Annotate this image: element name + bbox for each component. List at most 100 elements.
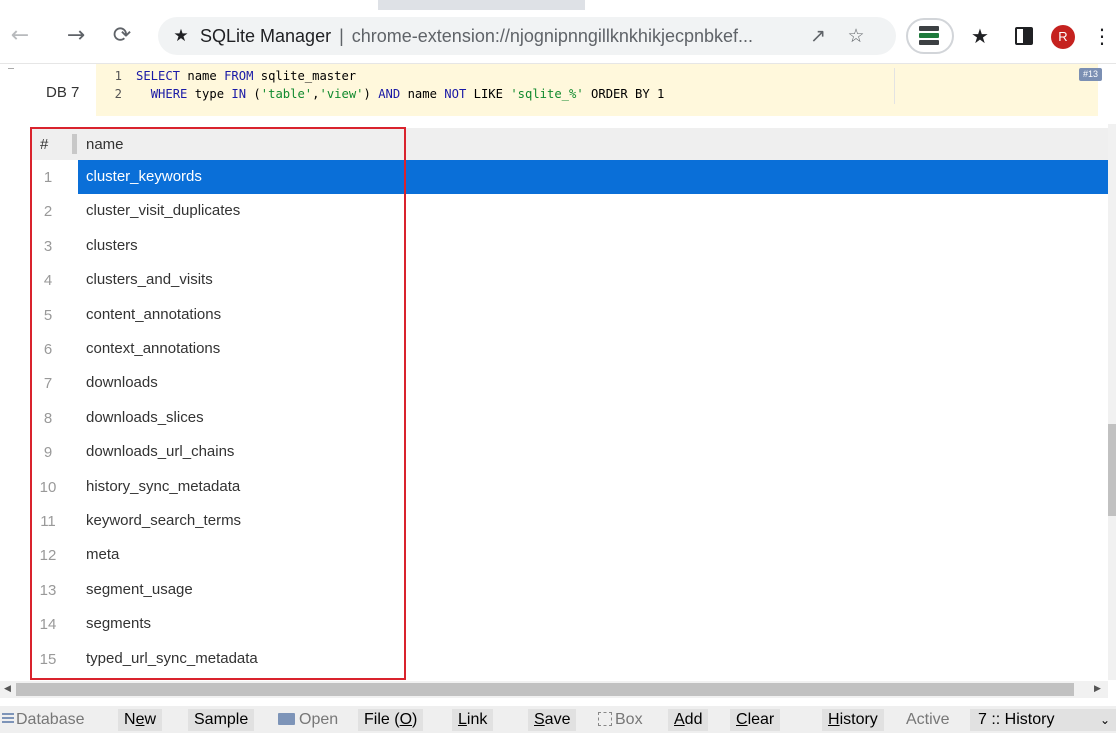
row-name-cell[interactable]: context_annotations [78, 332, 1108, 366]
bottom-toolbar: Database New Sample Open File (O) Link S… [0, 706, 1116, 733]
table-row[interactable]: 10 history_sync_metadata [32, 470, 1108, 504]
sql-string: 'view' [319, 87, 364, 101]
header-name[interactable]: name [86, 136, 124, 153]
address-text[interactable]: SQLite Manager | chrome-extension://njogni… [200, 26, 753, 47]
side-panel-icon[interactable] [1015, 27, 1033, 45]
row-name-cell[interactable]: cluster_keywords [78, 160, 1108, 194]
profile-avatar[interactable]: R [1051, 25, 1075, 49]
box-icon [598, 712, 612, 726]
file-label-a: File ( [364, 711, 400, 728]
column-resize-handle[interactable] [72, 134, 77, 154]
table-row[interactable]: 6 context_annotations [32, 332, 1108, 366]
database-select[interactable]: 7 :: History [970, 709, 1116, 731]
row-number: 10 [39, 478, 57, 496]
new-button[interactable]: New [118, 709, 163, 731]
row-name-cell[interactable]: segment_usage [78, 573, 1108, 607]
row-number: 1 [43, 169, 53, 186]
row-name-cell[interactable]: typed_url_sync_metadata [78, 642, 1108, 676]
table-row[interactable]: 8 downloads_slices [32, 401, 1108, 435]
sql-string: 'sqlite_%' [510, 87, 584, 101]
clear-button[interactable]: Clear [730, 709, 781, 731]
row-name-cell[interactable]: downloads [78, 366, 1108, 400]
table-header: # name [32, 128, 1108, 160]
row-number: 2 [43, 203, 53, 221]
sql-text: ORDER BY 1 [583, 87, 665, 101]
table-row[interactable]: 13 segment_usage [32, 573, 1108, 607]
history-label-b: istory [839, 711, 878, 728]
sql-text: sqlite_master [253, 69, 357, 83]
reload-icon[interactable]: ⟳ [108, 22, 136, 50]
scroll-left-icon[interactable]: ◀ [4, 684, 11, 694]
link-button[interactable]: Link [452, 709, 494, 731]
horizontal-scroll-thumb[interactable] [16, 683, 1074, 696]
new-label-a: N [124, 711, 136, 728]
dropdown-caret-icon[interactable]: ⌄ [1100, 709, 1110, 731]
table-row[interactable]: 11 keyword_search_terms [32, 504, 1108, 538]
forward-arrow-icon[interactable]: → [62, 22, 90, 50]
row-name-cell[interactable]: segments [78, 607, 1108, 641]
vertical-scrollbar[interactable] [1108, 124, 1116, 680]
row-name-cell[interactable]: downloads_slices [78, 401, 1108, 435]
save-label-b: ave [544, 711, 571, 728]
sql-editor[interactable]: 1 SELECT name FROM sqlite_master 2 WHERE … [96, 64, 1098, 116]
link-label-a: L [458, 711, 467, 728]
line-number: 2 [114, 87, 122, 101]
file-open-button[interactable]: File (O) [358, 709, 424, 731]
database-menu-label: Database [16, 711, 85, 728]
table-row[interactable]: 3 clusters [32, 229, 1108, 263]
sample-button[interactable]: Sample [188, 709, 255, 731]
puzzle-extension-icon: ★ [173, 26, 189, 46]
horizontal-scrollbar[interactable]: ◀ ▶ [0, 681, 1108, 698]
row-name-cell[interactable]: meta [78, 538, 1108, 572]
table-row[interactable]: 9 downloads_url_chains [32, 435, 1108, 469]
row-name-cell[interactable]: downloads_url_chains [78, 435, 1108, 469]
row-name-cell[interactable]: history_sync_metadata [78, 470, 1108, 504]
file-label-b: O [399, 711, 413, 728]
table-row[interactable]: 7 downloads [32, 366, 1108, 400]
editor-ruler [894, 68, 895, 104]
row-name-cell[interactable]: clusters_and_visits [78, 263, 1108, 297]
row-name-cell[interactable]: clusters [78, 229, 1108, 263]
tab-edge-right [585, 0, 1116, 10]
active-label: Active [906, 709, 950, 731]
code-line: 1 SELECT name FROM sqlite_master [96, 68, 357, 84]
row-name-cell[interactable]: cluster_visit_duplicates [78, 194, 1108, 228]
sqlite-extension-button[interactable] [906, 18, 954, 54]
sql-text: ) [363, 87, 379, 101]
table-row[interactable]: 14 segments [32, 607, 1108, 641]
open-button[interactable]: Open [278, 709, 338, 731]
tab-strip [0, 0, 1116, 10]
tab-edge-left [0, 0, 378, 10]
sql-keyword: FROM [224, 69, 254, 83]
box-toggle[interactable]: Box [598, 709, 643, 731]
sql-text: ( [246, 87, 261, 101]
sqlite-extension-icon [919, 26, 939, 48]
table-row[interactable]: 12 meta [32, 538, 1108, 572]
table-row[interactable]: 4 clusters_and_visits [32, 263, 1108, 297]
new-label-c: w [144, 711, 157, 728]
save-button[interactable]: Save [528, 709, 577, 731]
table-row[interactable]: 5 content_annotations [32, 298, 1108, 332]
file-label-c: ) [412, 711, 418, 728]
table-row[interactable]: 15 typed_url_sync_metadata [32, 642, 1108, 676]
query-count-badge: #13 [1079, 68, 1103, 81]
share-icon[interactable]: ↗ [806, 24, 830, 48]
row-name-cell[interactable]: keyword_search_terms [78, 504, 1108, 538]
extensions-puzzle-icon[interactable]: ★ [966, 22, 994, 50]
star-bookmark-icon[interactable]: ☆ [844, 24, 868, 48]
vertical-scroll-thumb[interactable] [1108, 424, 1116, 516]
scroll-right-icon[interactable]: ▶ [1094, 684, 1101, 694]
sql-keyword: SELECT [136, 69, 181, 83]
add-button[interactable]: Add [668, 709, 709, 731]
sql-text: name [400, 87, 445, 101]
more-vertical-icon[interactable]: ⋮ [1088, 22, 1116, 50]
line-number: 1 [114, 69, 122, 83]
table-row[interactable]: 1 cluster_keywords [32, 160, 1108, 194]
table-row[interactable]: 2 cluster_visit_duplicates [32, 194, 1108, 228]
history-button[interactable]: History [822, 709, 884, 731]
row-name-cell[interactable]: content_annotations [78, 298, 1108, 332]
back-arrow-icon[interactable]: ← [6, 22, 34, 50]
database-menu[interactable]: Database [2, 709, 85, 731]
sql-text: , [312, 87, 320, 101]
address-bar[interactable]: ★ SQLite Manager | chrome-extension://njog… [158, 17, 896, 55]
